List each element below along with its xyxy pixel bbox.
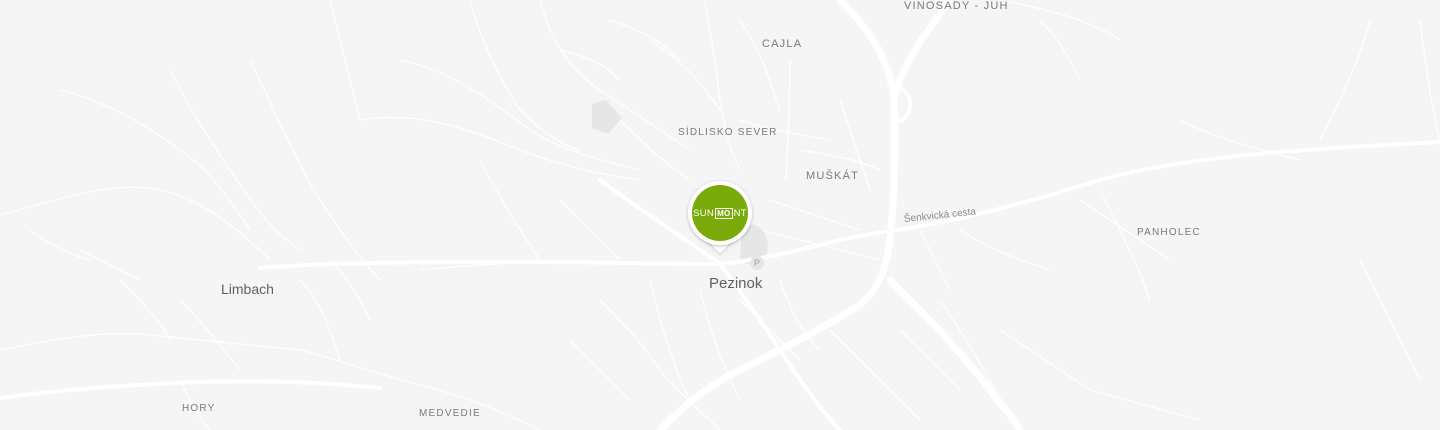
label-limbach: Limbach [221, 281, 274, 297]
label-medvedie: MEDVEDIE [419, 408, 481, 419]
sunmont-logo: SUN MO NT [692, 185, 748, 241]
label-pezinok: Pezinok [709, 275, 763, 292]
label-vinosady-juh: VINOSADY - JUH [904, 0, 1009, 12]
label-sidlisko-sever: SÍDLISKO SEVER [678, 127, 778, 138]
label-cajla: CAJLA [762, 38, 803, 50]
logo-part-mo: MO [715, 207, 733, 219]
logo-part-nt: NT [733, 207, 747, 219]
label-panholec: PANHOLEC [1137, 227, 1201, 238]
sunmont-logo-text: SUN MO NT [693, 207, 747, 219]
label-muskat: MUŠKÁT [806, 170, 860, 182]
map-canvas[interactable]: VINOSADY - JUH CAJLA SÍDLISKO SEVER MUŠK… [0, 0, 1440, 430]
parking-icon: P [750, 256, 764, 270]
label-hory: HORY [182, 403, 216, 414]
map-pin-icon[interactable]: SUN MO NT [688, 181, 752, 257]
logo-part-sun: SUN [693, 207, 715, 219]
